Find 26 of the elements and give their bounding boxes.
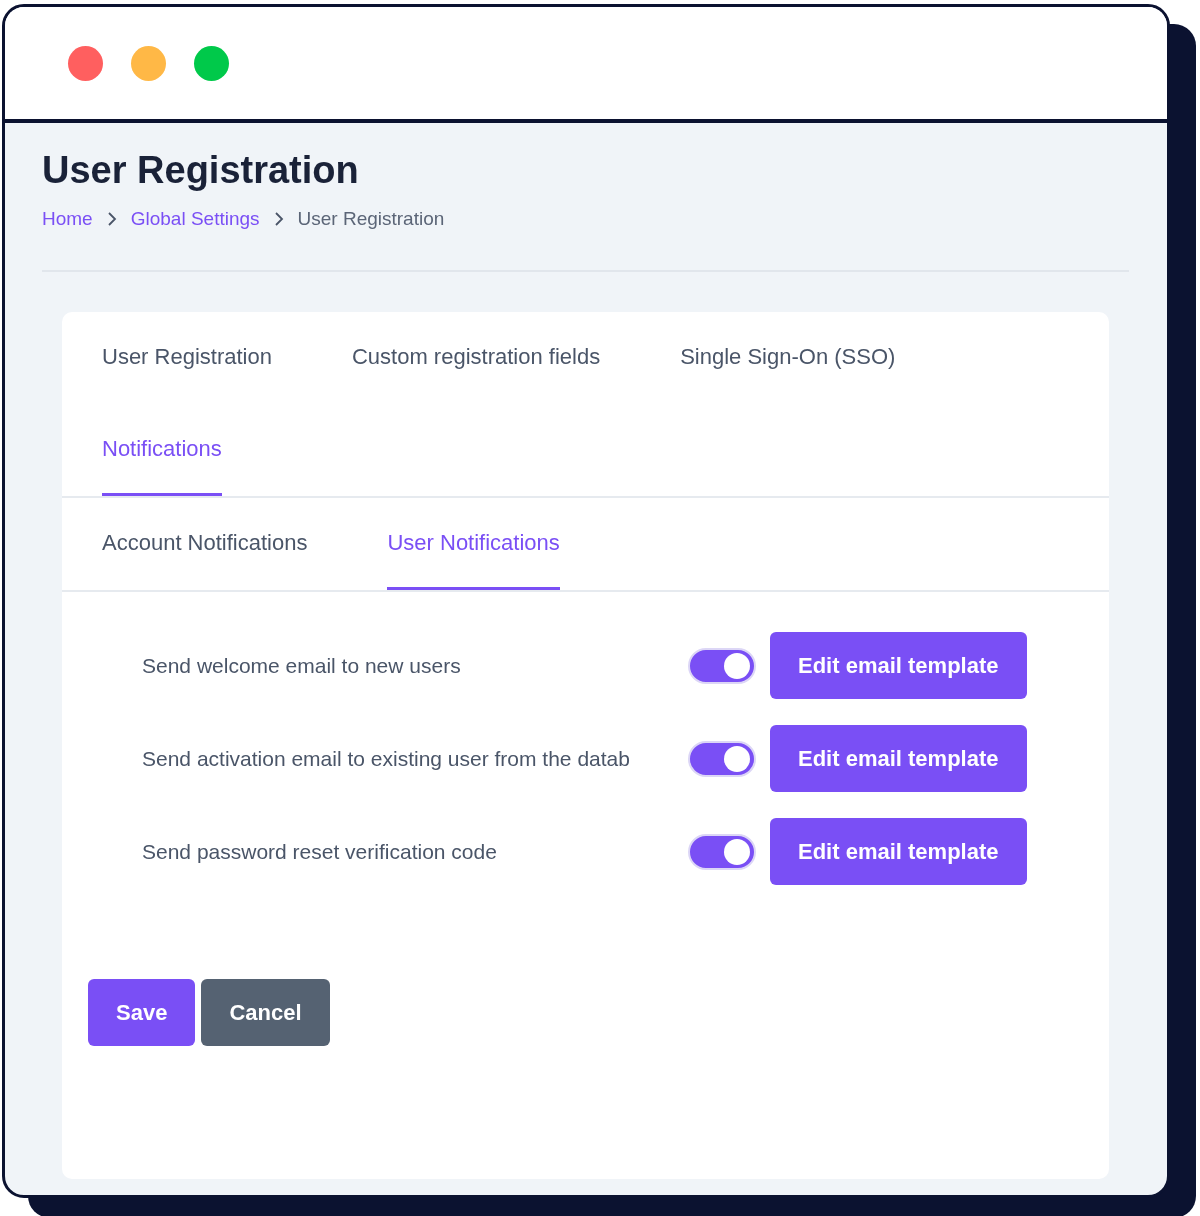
breadcrumb-link[interactable]: Home — [42, 208, 93, 230]
tab[interactable]: Single Sign-On (SSO) — [680, 312, 896, 404]
edit-template-button[interactable]: Edit email template — [770, 725, 1027, 792]
breadcrumb-text: User Registration — [297, 208, 445, 230]
subtab[interactable]: User Notifications — [387, 498, 560, 590]
toggle-switch[interactable] — [688, 740, 756, 777]
tab[interactable]: Custom registration fields — [351, 312, 601, 404]
edit-template-button[interactable]: Edit email template — [770, 818, 1027, 885]
setting-label: Send password reset verification code — [142, 839, 498, 864]
save-button[interactable]: Save — [88, 979, 196, 1046]
page-title: User Registration — [42, 149, 360, 192]
breadcrumb-link[interactable]: Global Settings — [130, 208, 260, 230]
window-control-dot[interactable] — [131, 45, 166, 81]
tab[interactable]: Notifications — [102, 404, 222, 496]
setting-label: Send activation email to existing user from the datab — [142, 746, 631, 771]
cancel-button[interactable]: Cancel — [201, 979, 330, 1046]
edit-template-button[interactable]: Edit email template — [770, 632, 1027, 699]
setting-label: Send welcome email to new users — [142, 653, 462, 678]
toggle-switch[interactable] — [688, 833, 756, 870]
chevron-right-icon — [273, 212, 284, 226]
toggle-switch[interactable] — [688, 647, 756, 684]
chevron-right-icon — [106, 212, 117, 226]
subtab[interactable]: Account Notifications — [102, 498, 308, 590]
window-control-dot[interactable] — [194, 45, 229, 81]
window-control-dot[interactable] — [68, 45, 103, 81]
tab[interactable]: User Registration — [102, 312, 272, 404]
